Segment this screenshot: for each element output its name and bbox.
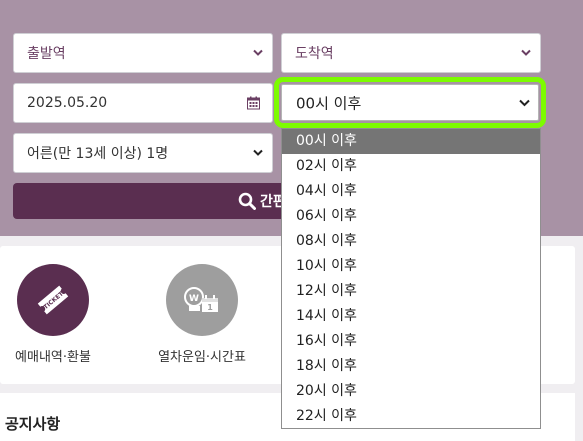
fare-timetable-icon: W 1: [166, 264, 238, 336]
date-value: 2025.05.20: [27, 95, 108, 111]
menu-item-reservations[interactable]: TICKET 예매내역·환불: [0, 264, 118, 365]
menu-item-label: 열차운임·시간표: [158, 350, 246, 365]
time-dropdown-list[interactable]: 00시 이후 02시 이후 04시 이후 06시 이후 08시 이후 10시 이후 12시 …: [281, 128, 541, 429]
ticket-icon: TICKET: [17, 264, 89, 336]
notice-title: 공지사항: [5, 415, 61, 433]
date-input[interactable]: 2025.05.20: [13, 83, 273, 123]
time-select-value: 00시 이후: [296, 94, 362, 112]
time-option[interactable]: 12시 이후: [282, 279, 540, 304]
arrival-select-label: 도착역: [295, 46, 334, 62]
svg-text:1: 1: [207, 303, 213, 312]
time-option[interactable]: 08시 이후: [282, 229, 540, 254]
time-option[interactable]: 18시 이후: [282, 354, 540, 379]
arrival-select[interactable]: 도착역: [281, 33, 541, 73]
departure-select[interactable]: 출발역: [13, 33, 273, 73]
chevron-down-icon: [521, 49, 531, 56]
time-option[interactable]: 10시 이후: [282, 254, 540, 279]
time-select[interactable]: 00시 이후: [274, 77, 546, 128]
chevron-down-icon: [519, 99, 530, 106]
menu-item-fares-timetable[interactable]: W 1 열차운임·시간표: [137, 264, 267, 365]
page: 출발역 도착역 2025.05.20 00시 이후 어른(만 13세 이상) 1…: [0, 0, 583, 441]
departure-select-label: 출발역: [27, 46, 66, 62]
svg-text:W: W: [189, 294, 199, 304]
time-option[interactable]: 20시 이후: [282, 379, 540, 404]
time-option[interactable]: 16시 이후: [282, 329, 540, 354]
time-option[interactable]: 02시 이후: [282, 154, 540, 179]
menu-item-label: 예매내역·환불: [15, 350, 91, 365]
chevron-down-icon: [253, 49, 263, 56]
search-icon: [238, 192, 256, 210]
chevron-down-icon: [253, 149, 263, 156]
calendar-icon[interactable]: [247, 96, 260, 110]
time-option[interactable]: 06시 이후: [282, 204, 540, 229]
time-select-box[interactable]: 00시 이후: [281, 84, 539, 121]
time-option[interactable]: 14시 이후: [282, 304, 540, 329]
time-option[interactable]: 00시 이후: [282, 129, 540, 154]
time-option[interactable]: 22시 이후: [282, 404, 540, 428]
time-option[interactable]: 04시 이후: [282, 179, 540, 204]
passenger-select[interactable]: 어른(만 13세 이상) 1명: [13, 133, 273, 173]
passenger-value: 어른(만 13세 이상) 1명: [27, 146, 169, 162]
